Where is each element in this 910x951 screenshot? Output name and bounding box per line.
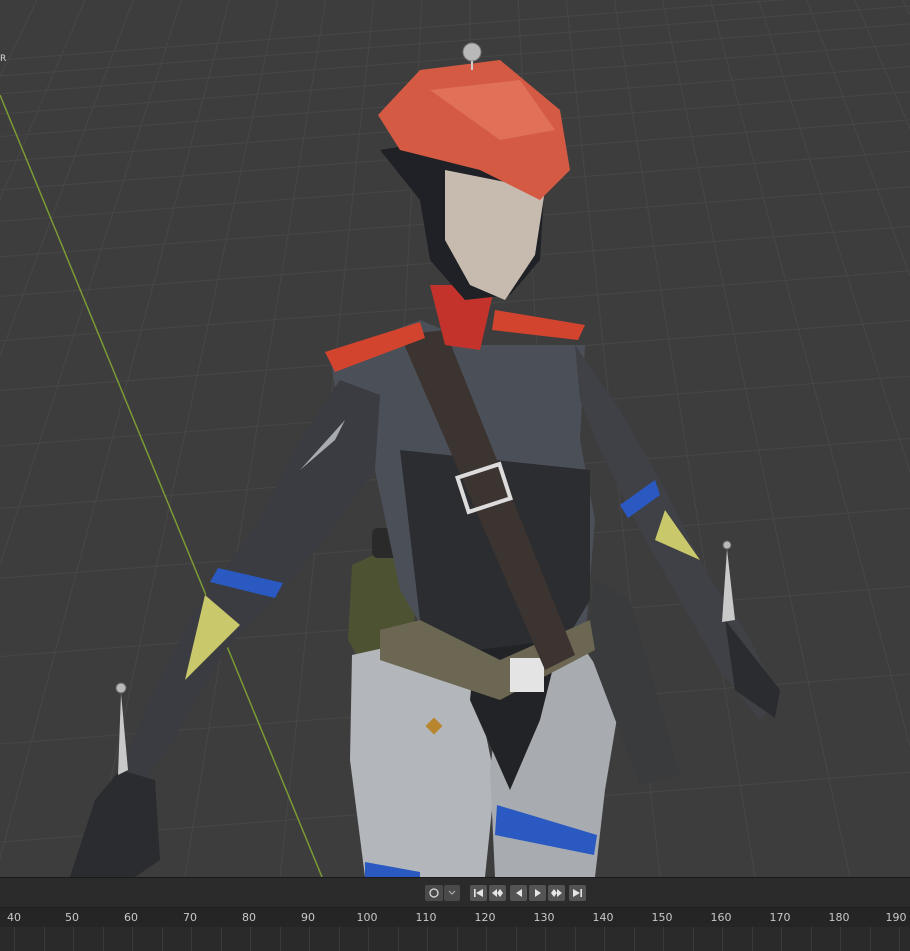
belt-buckle bbox=[510, 658, 544, 692]
right-hand-ik-control[interactable] bbox=[722, 540, 732, 550]
frame-grid-line bbox=[840, 927, 841, 951]
frame-label: 90 bbox=[301, 911, 315, 924]
frame-label: 160 bbox=[710, 911, 732, 924]
frame-grid-line bbox=[870, 927, 871, 951]
frame-grid-line bbox=[14, 927, 15, 951]
frame-grid-line bbox=[604, 927, 605, 951]
frame-grid-line bbox=[811, 927, 812, 951]
3d-viewport[interactable]: R bbox=[0, 0, 910, 877]
frame-grid-line bbox=[103, 927, 104, 951]
play-reverse-button[interactable] bbox=[510, 885, 527, 901]
play-icon bbox=[534, 889, 541, 897]
frame-label: 150 bbox=[651, 911, 673, 924]
frame-label: 170 bbox=[769, 911, 791, 924]
frame-grid-line bbox=[634, 927, 635, 951]
frame-grid-line bbox=[221, 927, 222, 951]
right-epaulette bbox=[492, 310, 585, 340]
y-axis-line bbox=[0, 94, 323, 877]
play-reverse-icon bbox=[515, 889, 522, 897]
frame-grid-line bbox=[44, 927, 45, 951]
jump-to-next-keyframe-button[interactable] bbox=[548, 885, 565, 901]
frame-label: 180 bbox=[828, 911, 850, 924]
jump-to-start-button[interactable] bbox=[470, 885, 487, 901]
frame-grid-line bbox=[73, 927, 74, 951]
frame-label: 50 bbox=[65, 911, 79, 924]
right-hand-ik-bone[interactable] bbox=[722, 549, 735, 622]
frame-label: 80 bbox=[242, 911, 256, 924]
frame-grid-line bbox=[663, 927, 664, 951]
frame-grid-line bbox=[427, 927, 428, 951]
record-icon bbox=[429, 888, 439, 898]
frame-grid-line bbox=[280, 927, 281, 951]
frame-grid-line bbox=[575, 927, 576, 951]
viewport-scene[interactable] bbox=[0, 0, 910, 877]
frame-label: 140 bbox=[592, 911, 614, 924]
frame-grid-line bbox=[368, 927, 369, 951]
head-control-bone[interactable] bbox=[462, 42, 482, 62]
jump-to-prev-keyframe-button[interactable] bbox=[489, 885, 506, 901]
jump-to-end-button[interactable] bbox=[569, 885, 586, 901]
frame-label: 60 bbox=[124, 911, 138, 924]
jump-end-icon bbox=[573, 889, 582, 897]
frame-grid-line bbox=[162, 927, 163, 951]
frame-grid-line bbox=[516, 927, 517, 951]
frame-label: 130 bbox=[533, 911, 555, 924]
frame-grid-line bbox=[899, 927, 900, 951]
frame-label: 120 bbox=[474, 911, 496, 924]
jump-start-icon bbox=[474, 889, 483, 897]
keying-dropdown[interactable] bbox=[444, 885, 460, 901]
frame-grid-line bbox=[693, 927, 694, 951]
frame-grid-line bbox=[191, 927, 192, 951]
auto-keying-toggle[interactable] bbox=[425, 885, 443, 901]
left-hand bbox=[70, 770, 160, 877]
keyframe-track[interactable] bbox=[0, 927, 910, 951]
frame-grid-line bbox=[486, 927, 487, 951]
frame-grid-line bbox=[781, 927, 782, 951]
timeline-header bbox=[0, 877, 910, 907]
play-button[interactable] bbox=[529, 885, 546, 901]
character-model[interactable] bbox=[70, 60, 780, 877]
prev-keyframe-icon bbox=[492, 889, 503, 897]
frame-grid-line bbox=[398, 927, 399, 951]
frame-grid-line bbox=[457, 927, 458, 951]
frame-label: 40 bbox=[7, 911, 21, 924]
next-keyframe-icon bbox=[551, 889, 562, 897]
frame-label: 70 bbox=[183, 911, 197, 924]
frame-grid-line bbox=[339, 927, 340, 951]
frame-label: 100 bbox=[356, 911, 378, 924]
frame-grid-line bbox=[722, 927, 723, 951]
chevron-down-icon bbox=[448, 890, 456, 895]
viewport-corner-label: R bbox=[0, 54, 7, 64]
frame-label: 110 bbox=[415, 911, 437, 924]
frame-grid-line bbox=[132, 927, 133, 951]
frame-grid-line bbox=[545, 927, 546, 951]
left-hand-ik-control[interactable] bbox=[115, 682, 127, 694]
frame-ruler[interactable]: 40 50 60 70 80 90 100 110 120 130 140 15… bbox=[0, 907, 910, 927]
frame-grid-line bbox=[752, 927, 753, 951]
frame-grid-line bbox=[309, 927, 310, 951]
frame-label: 190 bbox=[885, 911, 907, 924]
frame-grid-line bbox=[250, 927, 251, 951]
